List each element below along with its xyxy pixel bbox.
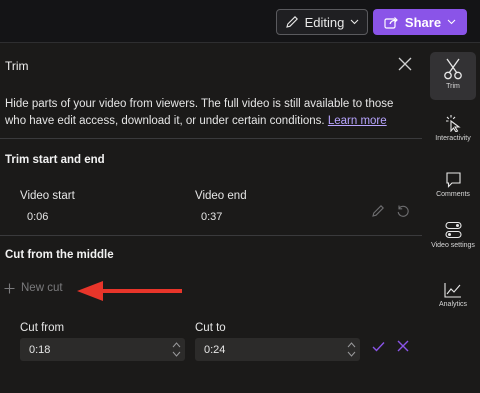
trim-panel: Trim Hide parts of your video from viewe…: [0, 44, 422, 393]
chevron-down-icon: [350, 19, 359, 25]
settings-toggle-icon: [444, 221, 462, 239]
rail-label-video-settings: Video settings: [431, 242, 475, 249]
annotation-arrow-icon: [77, 281, 182, 301]
video-end-label: Video end: [195, 190, 247, 202]
spinner-icon[interactable]: [347, 340, 356, 359]
spinner-icon[interactable]: [172, 340, 181, 359]
cut-from-label: Cut from: [20, 322, 65, 334]
comment-icon: [445, 172, 461, 188]
panel-title: Trim: [5, 59, 29, 73]
cut-section-title: Cut from the middle: [5, 249, 114, 261]
cut-to-input[interactable]: 0:24: [195, 338, 360, 361]
right-tool-rail: Trim Interactivity Comments Video settin…: [426, 44, 480, 393]
editing-label: Editing: [304, 14, 345, 30]
pencil-icon[interactable]: [371, 204, 385, 218]
top-bar: Editing Share: [0, 0, 480, 43]
rail-label-analytics: Analytics: [438, 301, 467, 308]
rail-item-comments[interactable]: Comments: [426, 171, 480, 199]
rail-label-comments: Comments: [436, 191, 470, 198]
video-end-value: 0:37: [201, 211, 223, 223]
cancel-x-icon[interactable]: [397, 340, 409, 352]
rail-item-analytics[interactable]: Analytics: [426, 282, 480, 309]
divider: [0, 138, 422, 139]
video-start-label: Video start: [20, 190, 75, 202]
share-button[interactable]: Share: [373, 9, 467, 35]
rail-label-interactivity: Interactivity: [435, 135, 471, 142]
cut-to-label: Cut to: [195, 322, 226, 334]
learn-more-link[interactable]: Learn more: [328, 115, 387, 127]
cut-from-value: 0:18: [29, 343, 51, 356]
share-label: Share: [404, 14, 442, 30]
rail-item-interactivity[interactable]: Interactivity: [426, 114, 480, 143]
analytics-icon: [444, 283, 461, 298]
rail-item-trim[interactable]: Trim: [430, 52, 476, 100]
divider: [0, 235, 422, 236]
video-start-value: 0:06: [27, 211, 49, 223]
cut-from-input[interactable]: 0:18: [20, 338, 185, 361]
share-icon: [384, 16, 398, 29]
plus-icon: [4, 283, 15, 293]
scissors-icon: [444, 58, 462, 80]
trim-description: Hide parts of your video from viewers. T…: [5, 96, 415, 130]
pencil-icon: [285, 16, 298, 28]
new-cut-button[interactable]: New cut: [4, 282, 63, 294]
rail-item-video-settings[interactable]: Video settings: [426, 221, 480, 250]
new-cut-label: New cut: [21, 282, 63, 294]
close-icon[interactable]: [395, 54, 415, 74]
trim-section-title: Trim start and end: [5, 154, 105, 166]
cut-to-value: 0:24: [204, 343, 226, 356]
chevron-down-icon: [447, 19, 456, 25]
editing-mode-button[interactable]: Editing: [276, 9, 368, 35]
rail-label-trim: Trim: [446, 83, 460, 90]
confirm-check-icon[interactable]: [372, 341, 385, 352]
interactivity-icon: [446, 115, 461, 132]
reset-icon[interactable]: [396, 204, 410, 218]
